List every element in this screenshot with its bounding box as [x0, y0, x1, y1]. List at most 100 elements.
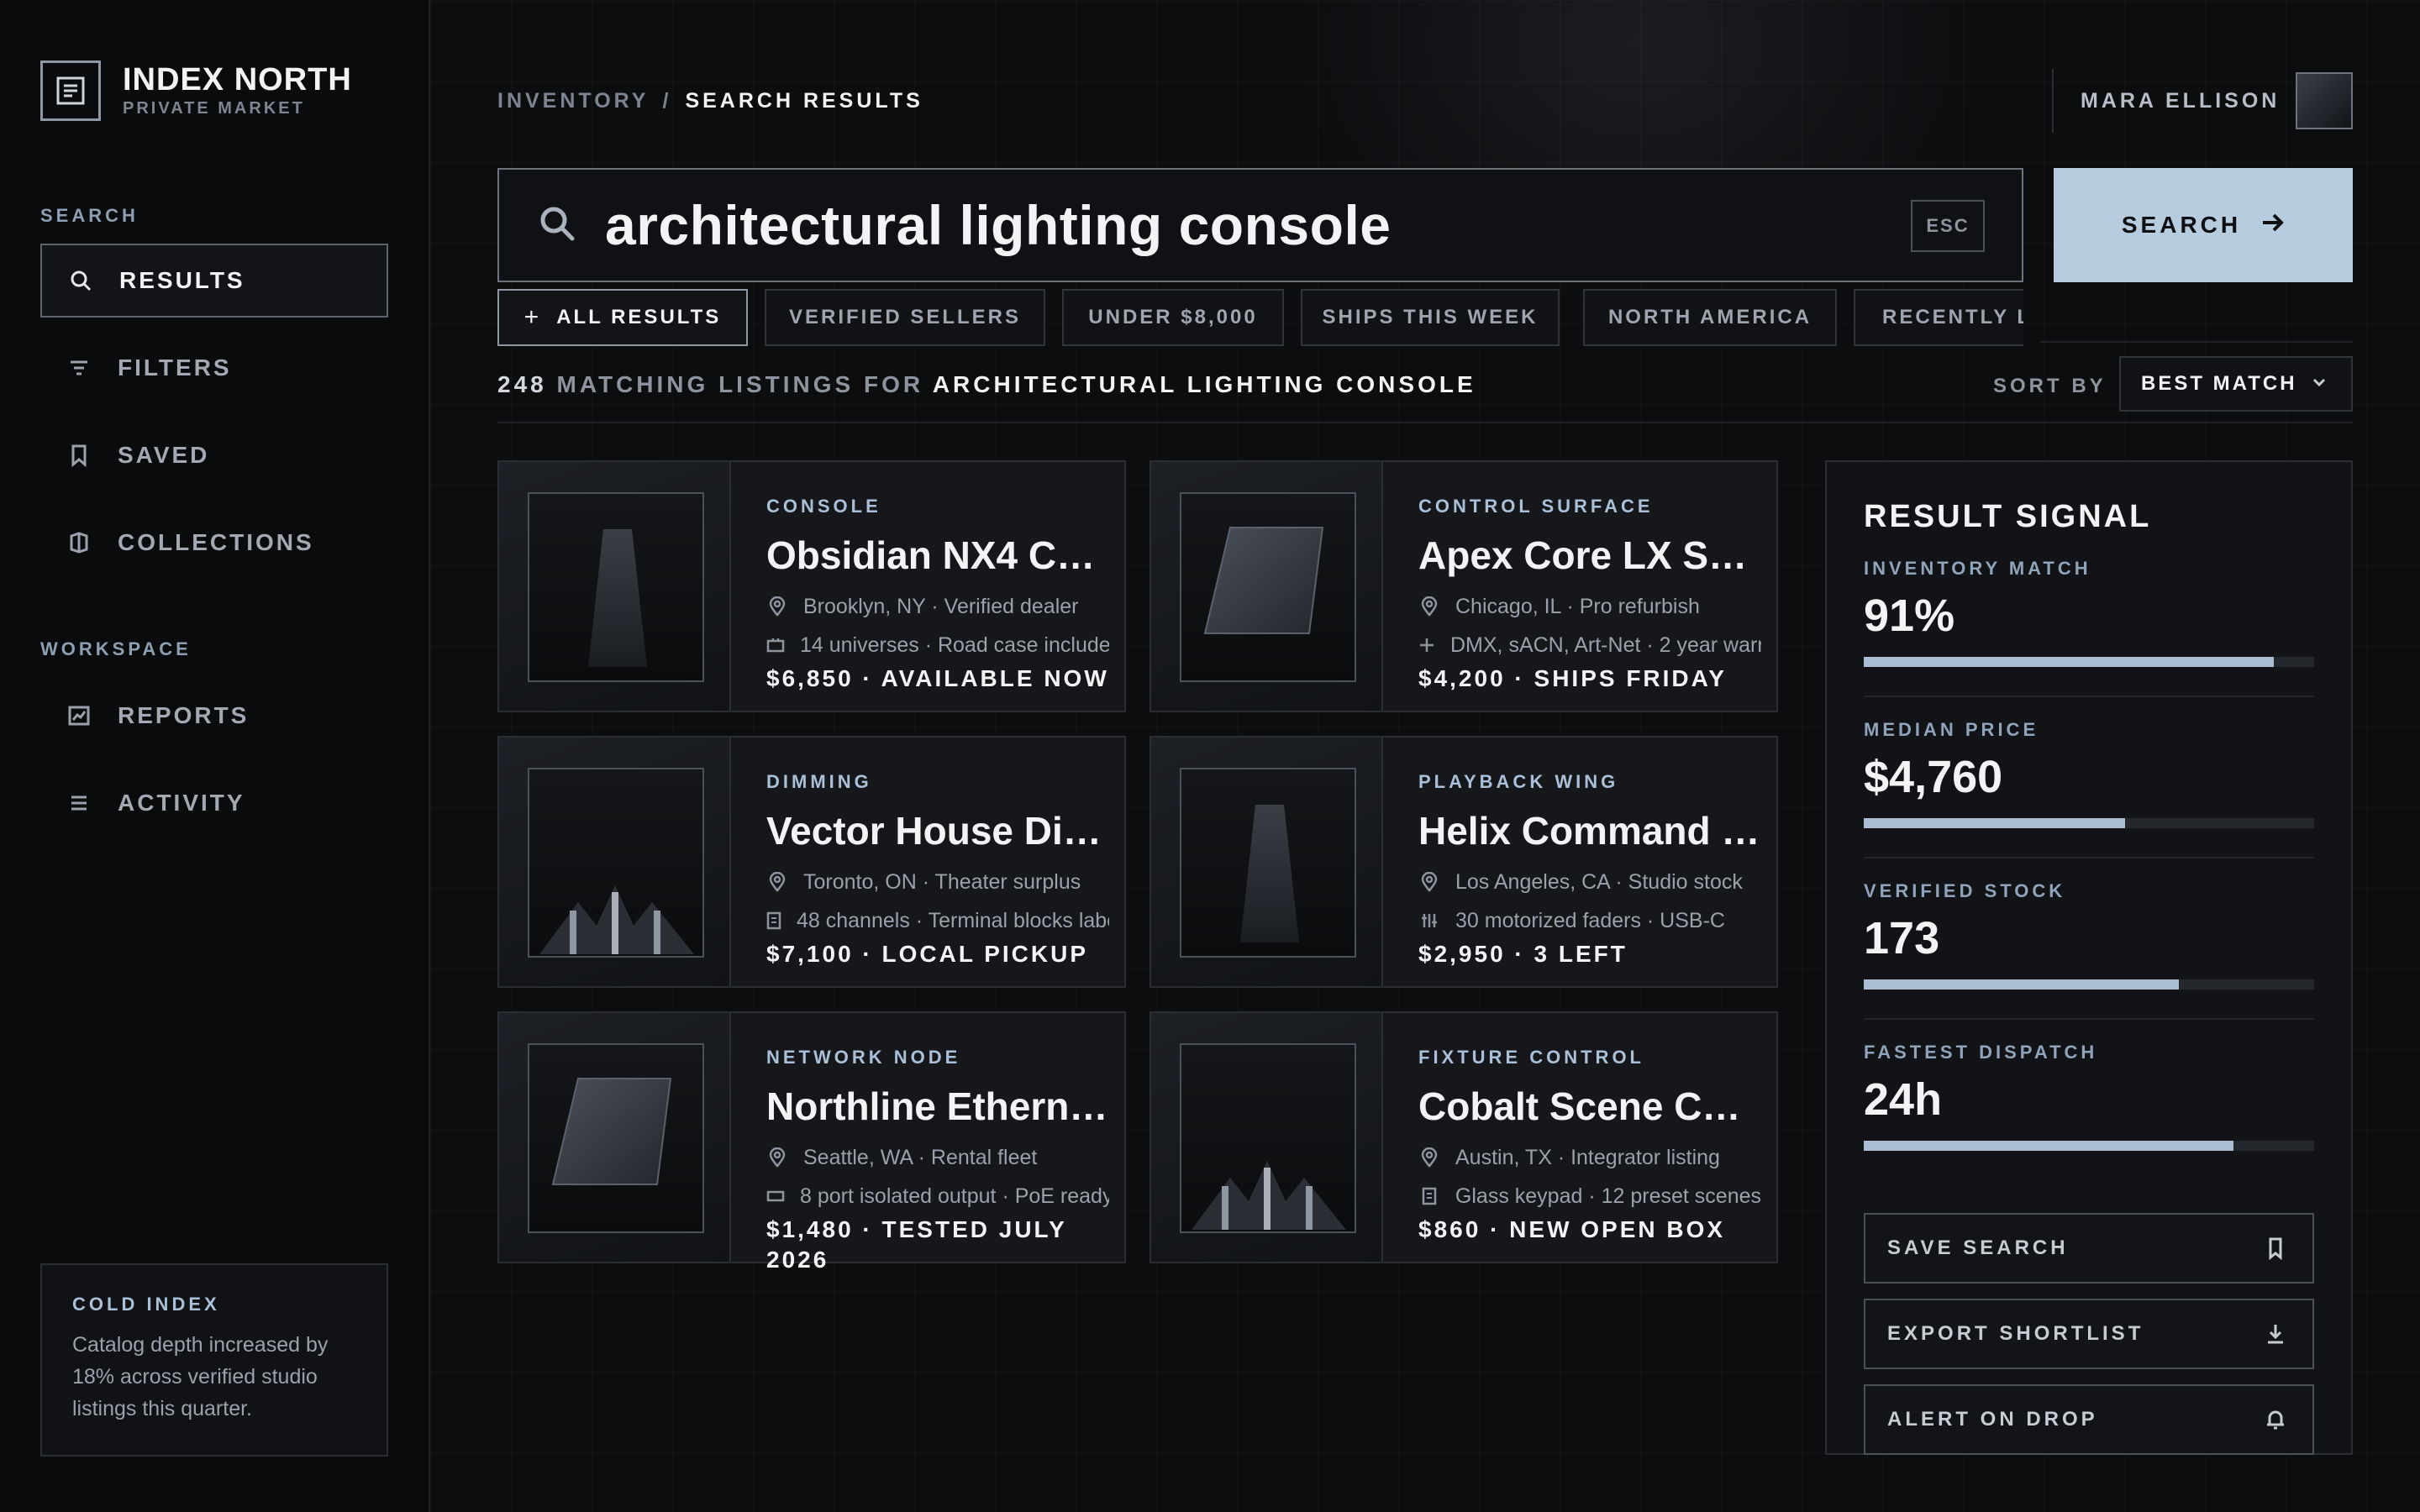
- chip-under-8000[interactable]: UNDER $8,000: [1062, 289, 1284, 346]
- listing-location-text: Brooklyn, NY · Verified dealer: [803, 594, 1079, 618]
- chip-recently-listed[interactable]: RECENTLY LISTED: [1854, 289, 2023, 346]
- listing-location: Brooklyn, NY · Verified dealer: [766, 591, 1109, 622]
- location-pin-icon: [766, 872, 788, 892]
- listing-title[interactable]: Helix Command Wing: [1418, 808, 1761, 855]
- metric-bar: [1864, 818, 2314, 828]
- listing-card[interactable]: PLAYBACK WING Helix Command Wing Los Angel…: [1150, 736, 1778, 988]
- brand-logo-icon: [40, 60, 101, 121]
- search-query[interactable]: architectural lighting console: [605, 193, 1392, 257]
- avatar[interactable]: [2296, 72, 2353, 129]
- sidebar-item-label: RESULTS: [119, 267, 245, 293]
- sidebar-item-saved[interactable]: SAVED: [40, 418, 388, 492]
- results-count-text: MATCHING LISTINGS FOR: [556, 371, 924, 397]
- listing-location-text: Chicago, IL · Pro refurbish: [1455, 594, 1700, 618]
- listing-card[interactable]: NETWORK NODE Northline Ethernet Node Seatt…: [497, 1011, 1126, 1273]
- listing-card[interactable]: FIXTURE CONTROL Cobalt Scene Controller Au…: [1150, 1011, 1778, 1263]
- metric-bar: [1864, 979, 2314, 990]
- alert-on-drop-button[interactable]: ALERT ON DROP: [1864, 1384, 2314, 1455]
- listing-thumbnail[interactable]: [499, 1013, 731, 1262]
- breadcrumb-parent[interactable]: INVENTORY: [497, 89, 649, 113]
- listing-detail: 48 channels · Terminal blocks labeled: [766, 906, 1109, 936]
- location-pin-icon: [766, 1147, 788, 1168]
- listing-category: NETWORK NODE: [766, 1047, 961, 1068]
- sort-value: BEST MATCH: [2141, 372, 2297, 395]
- metric-bar-fill: [1864, 979, 2180, 990]
- search-icon: [538, 204, 576, 247]
- nav-section-workspace: WORKSPACE: [40, 638, 192, 659]
- sidebar-item-reports[interactable]: REPORTS: [40, 679, 388, 753]
- bookmark-icon: [66, 442, 92, 469]
- search-input[interactable]: architectural lighting console ESC: [497, 168, 2023, 282]
- result-signal-panel: RESULT SIGNAL INVENTORY MATCH 91% MEDIAN P…: [1825, 460, 2353, 1455]
- panel-product-image: [1180, 492, 1356, 682]
- sidebar-item-label: ACTIVITY: [118, 790, 245, 816]
- listing-thumbnail[interactable]: [1151, 1013, 1383, 1262]
- search-button-label: SEARCH: [2121, 212, 2242, 238]
- listing-card[interactable]: DIMMING Vector House Dimmer Rack Toronto, …: [497, 736, 1126, 988]
- metric-label: MEDIAN PRICE: [1864, 719, 2039, 740]
- listing-location: Toronto, ON · Theater surplus: [766, 867, 1109, 897]
- search-button[interactable]: SEARCH: [2054, 168, 2353, 282]
- listing-title[interactable]: Obsidian NX4 Console: [766, 533, 1109, 580]
- divider: [1864, 1018, 2314, 1020]
- location-pin-icon: [1418, 1147, 1440, 1168]
- case-icon: [766, 637, 785, 654]
- metric-bar: [1864, 1141, 2314, 1151]
- signal-title: RESULT SIGNAL: [1864, 499, 2152, 534]
- sort-select[interactable]: BEST MATCH: [2119, 356, 2353, 412]
- listing-title[interactable]: Vector House Dimmer Rack: [766, 808, 1109, 855]
- esc-key-button[interactable]: ESC: [1911, 200, 1985, 252]
- metric-value: $4,760: [1864, 752, 2003, 802]
- listing-category: DIMMING: [766, 771, 872, 792]
- listing-thumbnail[interactable]: [499, 462, 731, 711]
- sidebar-item-activity[interactable]: ACTIVITY: [40, 766, 388, 840]
- bell-icon: [2264, 1408, 2287, 1437]
- peaks-product-image: [1180, 1043, 1356, 1233]
- button-label: SAVE SEARCH: [1887, 1236, 2069, 1259]
- listing-thumbnail[interactable]: [1151, 462, 1383, 711]
- listing-title[interactable]: Northline Ethernet Node: [766, 1084, 1109, 1131]
- metric-label: FASTEST DISPATCH: [1864, 1042, 2098, 1063]
- sidebar-item-results[interactable]: RESULTS: [40, 244, 388, 318]
- location-pin-icon: [1418, 872, 1440, 892]
- listing-location: Los Angeles, CA · Studio stock: [1418, 867, 1761, 897]
- header-divider: [2052, 69, 2054, 133]
- sidebar-item-label: FILTERS: [118, 354, 232, 381]
- metric-value: 24h: [1864, 1074, 1943, 1125]
- divider: [2040, 341, 2353, 343]
- chip-all-results[interactable]: + ALL RESULTS: [497, 289, 748, 346]
- listing-card[interactable]: CONSOLE Obsidian NX4 Console Brooklyn, NY …: [497, 460, 1126, 712]
- metric-bar: [1864, 657, 2314, 667]
- breadcrumb-current: SEARCH RESULTS: [685, 89, 923, 113]
- listing-card[interactable]: CONTROL SURFACE Apex Core LX Surface Chica…: [1150, 460, 1778, 712]
- faders-icon: [1418, 912, 1440, 929]
- metric-value: 91%: [1864, 591, 1955, 641]
- arrow-right-icon: [2261, 212, 2285, 239]
- chip-verified-sellers[interactable]: VERIFIED SELLERS: [765, 289, 1045, 346]
- port-icon: [766, 1189, 785, 1203]
- chip-north-america[interactable]: NORTH AMERICA: [1583, 289, 1837, 346]
- listing-category: FIXTURE CONTROL: [1418, 1047, 1644, 1068]
- sidebar-item-collections[interactable]: COLLECTIONS: [40, 506, 388, 580]
- chip-ships-this-week[interactable]: SHIPS THIS WEEK: [1301, 289, 1560, 346]
- signal-metric: INVENTORY MATCH 91%: [1864, 558, 2314, 667]
- plus-icon: +: [523, 303, 542, 331]
- location-pin-icon: [766, 596, 788, 617]
- listing-detail: DMX, sACN, Art-Net · 2 year warranty: [1418, 630, 1761, 660]
- sidebar-item-filters[interactable]: FILTERS: [40, 331, 388, 405]
- listing-thumbnail[interactable]: [499, 738, 731, 986]
- listing-location-text: Seattle, WA · Rental fleet: [803, 1145, 1038, 1169]
- button-label: EXPORT SHORTLIST: [1887, 1322, 2144, 1345]
- listing-title[interactable]: Apex Core LX Surface: [1418, 533, 1761, 580]
- export-shortlist-button[interactable]: EXPORT SHORTLIST: [1864, 1299, 2314, 1369]
- listing-category: CONTROL SURFACE: [1418, 496, 1654, 517]
- listing-thumbnail[interactable]: [1151, 738, 1383, 986]
- listing-title[interactable]: Cobalt Scene Controller: [1418, 1084, 1761, 1131]
- panel-product-image: [528, 1043, 704, 1233]
- brand-subtitle: PRIVATE MARKET: [123, 99, 305, 118]
- sidebar-item-label: COLLECTIONS: [118, 529, 314, 555]
- listing-detail-text: 8 port isolated output · PoE ready: [800, 1184, 1109, 1208]
- user-name[interactable]: MARA ELLISON: [2081, 89, 2280, 113]
- metric-bar-fill: [1864, 1141, 2233, 1151]
- save-search-button[interactable]: SAVE SEARCH: [1864, 1213, 2314, 1284]
